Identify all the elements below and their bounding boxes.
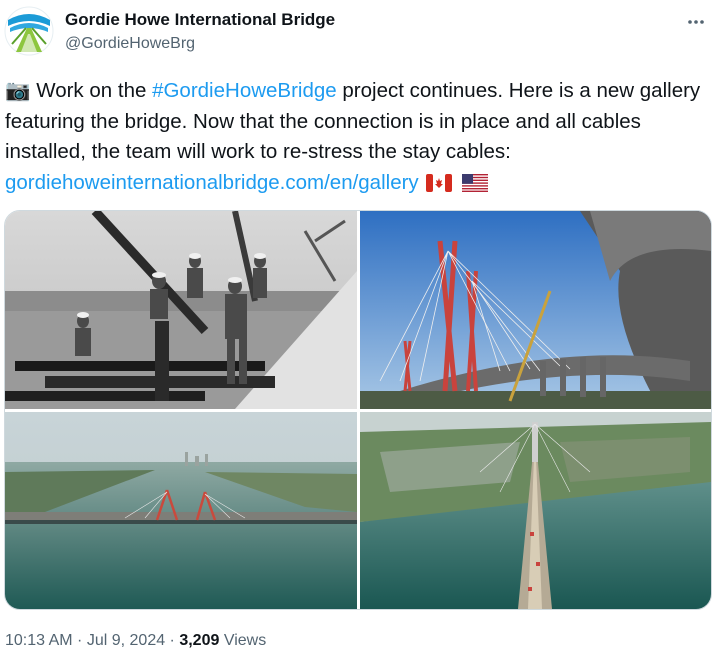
author-name[interactable]: Gordie Howe International Bridge: [65, 10, 335, 30]
tweet-text: 📷 Work on the #GordieHoweBridge project …: [5, 76, 705, 201]
tweet-meta: 10:13 AM · Jul 9, 2024 · 3,209 Views: [5, 632, 266, 650]
media-gallery: [4, 210, 712, 610]
bridge-logo-icon: [4, 6, 54, 56]
meta-separator: ·: [72, 632, 87, 649]
canada-flag-icon: [426, 171, 453, 202]
us-flag-icon: [462, 171, 489, 202]
tweet-time[interactable]: 10:13 AM: [5, 632, 73, 649]
meta-separator: ·: [165, 632, 180, 649]
views-count: 3,209: [179, 632, 220, 649]
gallery-photo-4[interactable]: [360, 412, 711, 609]
hashtag-link[interactable]: #GordieHoweBridge: [152, 79, 337, 102]
more-options-icon: [688, 20, 704, 24]
camera-icon: 📷: [5, 79, 31, 102]
tweet-date[interactable]: Jul 9, 2024: [87, 632, 165, 649]
views-label: Views: [219, 632, 267, 649]
avatar[interactable]: [4, 6, 54, 56]
tweet: Gordie Howe International Bridge @Gordie…: [0, 0, 717, 660]
gallery-photo-2[interactable]: [360, 211, 711, 409]
more-options-button[interactable]: [682, 8, 710, 36]
gallery-photo-3[interactable]: [5, 412, 357, 609]
gallery-photo-1[interactable]: [5, 211, 357, 409]
author-handle[interactable]: @GordieHoweBrg: [65, 35, 195, 53]
gallery-url-link[interactable]: gordiehoweinternationalbridge.com/en/gal…: [5, 171, 419, 194]
tweet-text-part-1: Work on the: [30, 79, 153, 102]
